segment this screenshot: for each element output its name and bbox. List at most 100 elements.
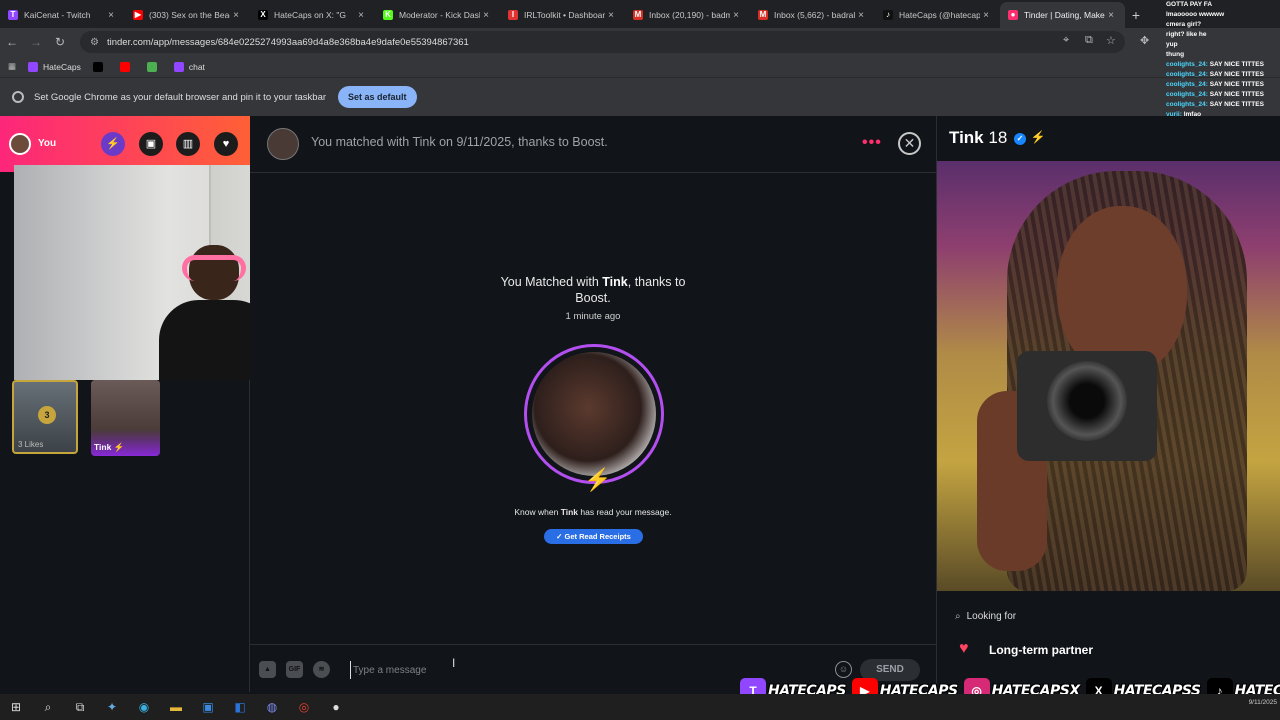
- search-icon[interactable]: ⌕: [32, 694, 64, 720]
- match-card-tink[interactable]: Tink ⚡: [91, 380, 160, 456]
- match-big-avatar[interactable]: [524, 344, 664, 484]
- tab-close-icon[interactable]: ×: [355, 10, 367, 21]
- close-chat-button[interactable]: ✕: [898, 132, 921, 155]
- shield-icon[interactable]: ♥: [214, 132, 238, 156]
- tab-close-icon[interactable]: ×: [105, 10, 117, 21]
- chat-username: coolights_24:: [1166, 71, 1208, 78]
- boost-icon[interactable]: ⚡: [101, 132, 125, 156]
- browser-tab[interactable]: X HateCaps on X: "G ×: [250, 2, 375, 28]
- kick-icon: K: [383, 10, 393, 20]
- tab-close-icon[interactable]: ×: [855, 10, 867, 21]
- back-icon[interactable]: ←: [0, 35, 24, 49]
- start-icon[interactable]: ⊞: [0, 694, 32, 720]
- task-view-icon[interactable]: ⧉: [64, 694, 96, 720]
- boost-bolt-icon: ⚡: [113, 442, 125, 452]
- stream-chat-line: coolights_24: SAY NICE TITTES: [1166, 100, 1280, 110]
- browser-tab[interactable]: K Moderator - Kick Dash ×: [375, 2, 500, 28]
- irltoolkit-icon: I: [508, 10, 518, 20]
- store-icon[interactable]: ▣: [192, 694, 224, 720]
- chat-username: coolights_24:: [1166, 91, 1208, 98]
- location-icon[interactable]: ⌖: [1063, 34, 1069, 47]
- extensions-icon[interactable]: ✥: [1140, 34, 1149, 47]
- you-label[interactable]: You: [38, 138, 56, 149]
- tab-title: Tinder | Dating, Make: [1024, 10, 1105, 20]
- install-icon[interactable]: ⧉: [1085, 34, 1093, 47]
- bookmark-item[interactable]: [119, 61, 135, 72]
- sticker-icon[interactable]: ▲: [259, 661, 276, 678]
- tab-close-icon[interactable]: ×: [730, 10, 742, 21]
- chat-message: cmera girl?: [1166, 21, 1202, 28]
- chat-message: SAY NICE TITTES: [1209, 91, 1264, 98]
- site-info-icon[interactable]: ⚙: [90, 37, 99, 48]
- tab-close-icon[interactable]: ×: [480, 10, 492, 21]
- match-time: 1 minute ago: [565, 311, 621, 322]
- edge-icon[interactable]: ◉: [128, 694, 160, 720]
- match-avatar[interactable]: [267, 128, 299, 160]
- bookmark-item[interactable]: [146, 61, 162, 72]
- boost-bolt-icon: ⚡: [584, 467, 612, 492]
- chat-username: coolights_24:: [1166, 81, 1208, 88]
- stream-chat-line: right? like he: [1166, 30, 1280, 40]
- tab-title: (303) Sex on the Beach: [149, 10, 230, 20]
- chrome-icon[interactable]: ◎: [288, 694, 320, 720]
- outlook-icon[interactable]: ◧: [224, 694, 256, 720]
- chat-message: yup: [1166, 41, 1178, 48]
- address-bar[interactable]: ⚙ tinder.com/app/messages/684e0225274993…: [80, 31, 1125, 53]
- tab-close-icon[interactable]: ×: [605, 10, 617, 21]
- more-options-icon[interactable]: •••: [862, 134, 882, 152]
- bookmark-favicon-icon: [146, 61, 157, 72]
- gif-button[interactable]: GIF: [286, 661, 303, 678]
- tab-close-icon[interactable]: ×: [980, 10, 992, 21]
- stream-chat-line: yup: [1166, 40, 1280, 50]
- obs-icon[interactable]: ●: [320, 694, 352, 720]
- forward-icon[interactable]: →: [24, 35, 48, 49]
- tab-close-icon[interactable]: ×: [1105, 10, 1117, 21]
- set-default-button[interactable]: Set as default: [338, 86, 417, 108]
- copilot-icon[interactable]: ✦: [96, 694, 128, 720]
- tab-title: Inbox (5,662) - badral: [774, 10, 855, 20]
- profile-photo[interactable]: [937, 161, 1280, 591]
- looking-for-value: Long-term partner: [989, 643, 1094, 657]
- discord-icon[interactable]: ◍: [256, 694, 288, 720]
- stream-chat-line: coolights_24: SAY NICE TITTES: [1166, 80, 1280, 90]
- chat-message: SAY NICE TITTES: [1209, 61, 1264, 68]
- file-explorer-icon[interactable]: ▬: [160, 694, 192, 720]
- text-cursor-icon: I: [452, 656, 456, 670]
- windows-taskbar: ⊞ ⌕ ⧉ ✦ ◉ ▬ ▣ ◧ ◍ ◎ ●: [0, 694, 1280, 720]
- browser-tab[interactable]: T KaiCenat - Twitch ×: [0, 2, 125, 28]
- get-read-receipts-button[interactable]: ✓ Get Read Receipts: [544, 529, 643, 544]
- explore-icon[interactable]: ▣: [139, 132, 163, 156]
- bookmark-item[interactable]: HateCaps: [28, 61, 81, 72]
- bookmark-item[interactable]: chat: [173, 61, 205, 72]
- apps-grid-icon[interactable]: ▦: [8, 61, 16, 72]
- tab-close-icon[interactable]: ×: [230, 10, 242, 21]
- reload-icon[interactable]: ↻: [48, 35, 72, 49]
- gift-icon[interactable]: ▥: [176, 132, 200, 156]
- browser-tab[interactable]: M Inbox (20,190) - badm ×: [625, 2, 750, 28]
- browser-tab[interactable]: ▶ (303) Sex on the Beach ×: [125, 2, 250, 28]
- read-receipts-text: Know when Tink has read your message.: [514, 507, 672, 517]
- verified-icon: ✓: [1014, 133, 1027, 145]
- looking-for-label: ⌕ Looking for: [955, 611, 1017, 622]
- bookmark-item[interactable]: [92, 61, 108, 72]
- browser-tab[interactable]: M Inbox (5,662) - badral ×: [750, 2, 875, 28]
- bookmark-star-icon[interactable]: ☆: [1106, 34, 1116, 47]
- spotify-icon[interactable]: ≋: [313, 661, 330, 678]
- chat-message: lmaooooo wwwww: [1166, 11, 1225, 18]
- bookmarks-bar: ▦ HateCaps chat: [0, 56, 1280, 78]
- bookmark-favicon-icon: [92, 61, 103, 72]
- browser-tab[interactable]: I IRLToolkit • Dashboard ×: [500, 2, 625, 28]
- browser-tab[interactable]: ● Tinder | Dating, Make ×: [1000, 2, 1125, 28]
- taskbar-clock: 9/11/2025: [1248, 699, 1277, 706]
- browser-toolbar: ← → ↻ ⚙ tinder.com/app/messages/684e0225…: [0, 28, 1280, 56]
- tab-title: HateCaps (@hatecaps): [899, 10, 980, 20]
- bookmark-label: chat: [188, 61, 205, 72]
- profile-name: Tink 18 ✓ ⚡: [949, 128, 1046, 147]
- likes-card[interactable]: 3 3 Likes: [12, 380, 78, 454]
- chat-username: coolights_24:: [1166, 101, 1208, 108]
- stream-chat-line: thung: [1166, 50, 1280, 60]
- user-avatar[interactable]: [9, 133, 31, 155]
- new-tab-button[interactable]: +: [1125, 2, 1147, 28]
- browser-tab[interactable]: ♪ HateCaps (@hatecaps) ×: [875, 2, 1000, 28]
- chat-message: GOTTA PAY FA: [1166, 1, 1213, 8]
